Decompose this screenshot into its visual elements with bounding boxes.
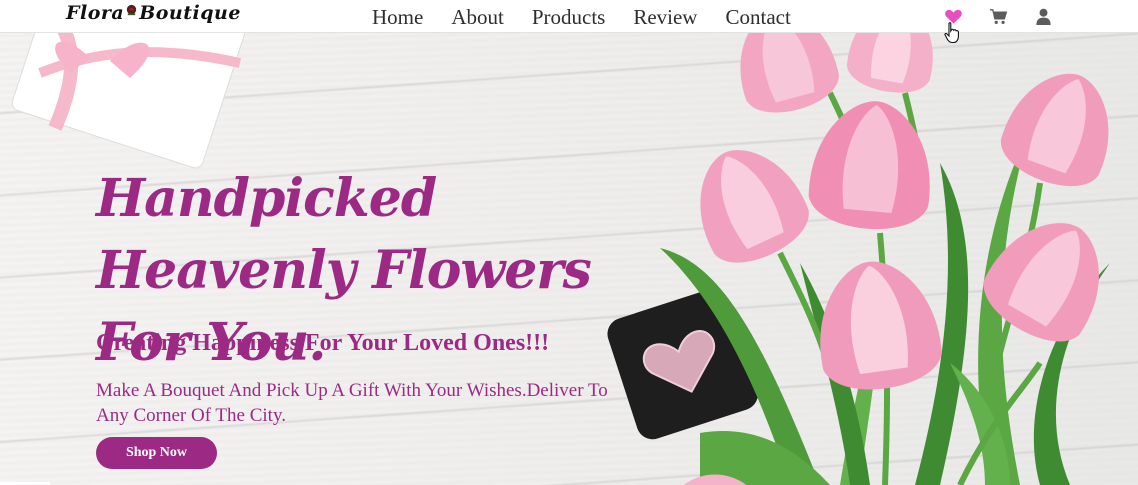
shop-now-button[interactable]: Shop Now xyxy=(96,437,217,469)
nav-home[interactable]: Home xyxy=(372,5,423,29)
logo-text-right: Boutique xyxy=(139,2,241,24)
cart-icon[interactable] xyxy=(989,7,1008,26)
logo-text-left: Flora xyxy=(66,2,125,24)
main-nav: Home About Products Review Contact xyxy=(372,5,791,29)
tulip-flowers xyxy=(683,33,1109,485)
hero-subheading: Creating Happiness For Your Loved Ones!!… xyxy=(96,330,550,356)
nav-review[interactable]: Review xyxy=(633,5,697,29)
brand-logo[interactable]: Flora Boutique xyxy=(66,2,241,24)
hero-banner: Handpicked Heavenly Flowers For You. Cre… xyxy=(0,33,1138,485)
pointer-cursor-icon xyxy=(944,22,959,44)
rose-icon xyxy=(127,4,137,16)
header-icons xyxy=(944,7,1053,26)
site-header: Flora Boutique Home About Products Review… xyxy=(0,0,1138,33)
user-icon[interactable] xyxy=(1034,7,1053,26)
nav-products[interactable]: Products xyxy=(532,5,606,29)
nav-about[interactable]: About xyxy=(451,5,504,29)
hero-description: Make A Bouquet And Pick Up A Gift With Y… xyxy=(96,380,608,426)
gift-box-image xyxy=(11,33,246,169)
nav-contact[interactable]: Contact xyxy=(725,5,790,29)
